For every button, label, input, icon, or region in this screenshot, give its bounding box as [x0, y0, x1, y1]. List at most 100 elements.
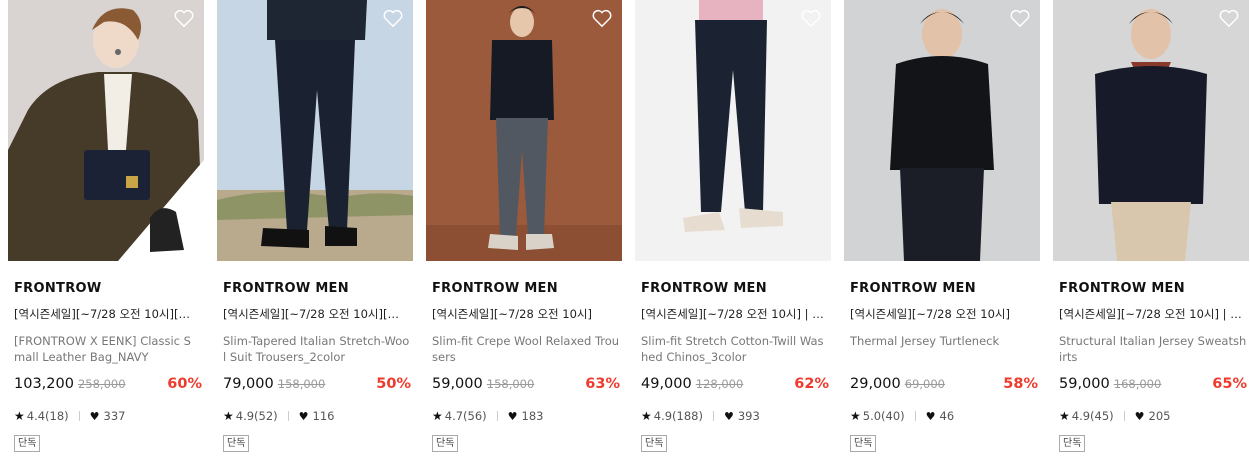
product-name[interactable]: [FRONTROW X EENK] Classic Small Leather … — [14, 333, 202, 367]
product-name[interactable]: Slim-fit Crepe Wool Relaxed Trousers — [432, 333, 620, 367]
sale-price: 29,000 69,000 — [850, 376, 945, 392]
discount-rate: 58% — [1003, 376, 1038, 392]
product-image[interactable] — [217, 0, 413, 261]
rating: 4.9(45) — [1071, 409, 1114, 423]
star-icon: ★ — [223, 409, 234, 423]
product-grid: FRONTROW [역시즌세일][~7/28 오전 10시][기… [FRONT… — [0, 0, 1250, 462]
promo-text[interactable]: [역시즌세일][~7/28 오전 10시] — [850, 306, 1036, 322]
wishlist-heart-icon[interactable] — [173, 8, 195, 28]
star-icon: ★ — [850, 409, 861, 423]
review-meta: ★ 4.7(56) ♥ 183 — [432, 409, 544, 423]
brand-name[interactable]: FRONTROW — [14, 281, 102, 296]
review-meta: ★ 4.4(18) ♥ 337 — [14, 409, 126, 423]
star-icon: ★ — [14, 409, 25, 423]
sale-price-value: 29,000 — [850, 376, 901, 392]
brand-name[interactable]: FRONTROW MEN — [432, 281, 558, 296]
brand-name[interactable]: FRONTROW MEN — [641, 281, 767, 296]
like-count: 46 — [939, 409, 955, 423]
review-meta: ★ 5.0(40) ♥ 46 — [850, 409, 954, 423]
like-count: 337 — [103, 409, 126, 423]
brand-name[interactable]: FRONTROW MEN — [223, 281, 349, 296]
product-name[interactable]: Slim-fit Stretch Cotton-Twill Washed Chi… — [641, 333, 829, 367]
product-card[interactable]: FRONTROW MEN [역시즌세일][~7/28 오전 10시] | [… … — [635, 0, 831, 462]
heart-icon: ♥ — [1134, 409, 1145, 423]
rating: 5.0(40) — [862, 409, 905, 423]
original-price: 158,000 — [277, 377, 326, 391]
exclusive-tag: 단독 — [1059, 435, 1086, 452]
original-price: 168,000 — [1113, 377, 1162, 391]
rating: 4.9(52) — [235, 409, 278, 423]
wishlist-heart-icon[interactable] — [1009, 8, 1031, 28]
product-card[interactable]: FRONTROW MEN [역시즌세일][~7/28 오전 10시][기… Sl… — [217, 0, 413, 462]
product-name[interactable]: Slim-Tapered Italian Stretch-Wool Suit T… — [223, 333, 411, 367]
heart-icon: ♥ — [507, 409, 518, 423]
heart-icon: ♥ — [925, 409, 936, 423]
promo-text[interactable]: [역시즌세일][~7/28 오전 10시][기… — [223, 306, 409, 322]
review-meta: ★ 4.9(52) ♥ 116 — [223, 409, 335, 423]
product-name[interactable]: Thermal Jersey Turtleneck — [850, 333, 1038, 367]
product-image[interactable] — [426, 0, 622, 261]
discount-rate: 60% — [167, 376, 202, 392]
review-meta: ★ 4.9(188) ♥ 393 — [641, 409, 760, 423]
product-photo — [844, 0, 1040, 261]
exclusive-tag: 단독 — [641, 435, 668, 452]
heart-icon: ♥ — [89, 409, 100, 423]
promo-text[interactable]: [역시즌세일][~7/28 오전 10시] | [… — [641, 306, 827, 322]
wishlist-heart-icon[interactable] — [1218, 8, 1240, 28]
divider — [1123, 411, 1125, 421]
original-price: 69,000 — [904, 377, 945, 391]
product-card[interactable]: FRONTROW [역시즌세일][~7/28 오전 10시][기… [FRONT… — [8, 0, 204, 462]
brand-name[interactable]: FRONTROW MEN — [1059, 281, 1185, 296]
product-card[interactable]: FRONTROW MEN [역시즌세일][~7/28 오전 10시] Therm… — [844, 0, 1040, 462]
brand-name[interactable]: FRONTROW MEN — [850, 281, 976, 296]
wishlist-heart-icon[interactable] — [800, 8, 822, 28]
promo-text[interactable]: [역시즌세일][~7/28 오전 10시] — [432, 306, 618, 322]
product-image[interactable] — [8, 0, 204, 261]
sale-price-value: 59,000 — [1059, 376, 1110, 392]
product-name[interactable]: Structural Italian Jersey Sweatshirts — [1059, 333, 1247, 367]
divider — [287, 411, 289, 421]
exclusive-tag: 단독 — [850, 435, 877, 452]
rating: 4.4(18) — [26, 409, 69, 423]
sale-price-value: 49,000 — [641, 376, 692, 392]
sale-price-value: 103,200 — [14, 376, 74, 392]
star-icon: ★ — [1059, 409, 1070, 423]
divider — [78, 411, 80, 421]
divider — [496, 411, 498, 421]
exclusive-tag: 단독 — [14, 435, 41, 452]
sale-price: 49,000 128,000 — [641, 376, 743, 392]
product-card[interactable]: FRONTROW MEN [역시즌세일][~7/28 오전 10시] Slim-… — [426, 0, 622, 462]
sale-price: 79,000 158,000 — [223, 376, 325, 392]
product-photo — [635, 0, 831, 261]
star-icon: ★ — [641, 409, 652, 423]
promo-text[interactable]: [역시즌세일][~7/28 오전 10시] | [… — [1059, 306, 1245, 322]
product-image[interactable] — [1053, 0, 1249, 261]
product-image[interactable] — [844, 0, 1040, 261]
product-photo — [1053, 0, 1249, 261]
original-price: 258,000 — [77, 377, 126, 391]
promo-text[interactable]: [역시즌세일][~7/28 오전 10시][기… — [14, 306, 200, 322]
wishlist-heart-icon[interactable] — [591, 8, 613, 28]
product-photo — [217, 0, 413, 261]
discount-rate: 50% — [376, 376, 411, 392]
like-count: 205 — [1148, 409, 1171, 423]
heart-icon: ♥ — [298, 409, 309, 423]
heart-icon: ♥ — [723, 409, 734, 423]
sale-price-value: 59,000 — [432, 376, 483, 392]
product-image[interactable] — [635, 0, 831, 261]
sale-price-value: 79,000 — [223, 376, 274, 392]
rating: 4.9(188) — [653, 409, 703, 423]
discount-rate: 62% — [794, 376, 829, 392]
divider — [712, 411, 714, 421]
sale-price: 103,200 258,000 — [14, 376, 126, 392]
product-photo — [8, 0, 204, 261]
sale-price: 59,000 158,000 — [432, 376, 534, 392]
exclusive-tag: 단독 — [223, 435, 250, 452]
like-count: 116 — [312, 409, 335, 423]
discount-rate: 65% — [1212, 376, 1247, 392]
wishlist-heart-icon[interactable] — [382, 8, 404, 28]
product-card[interactable]: FRONTROW MEN [역시즌세일][~7/28 오전 10시] | [… … — [1053, 0, 1249, 462]
original-price: 128,000 — [695, 377, 744, 391]
like-count: 393 — [737, 409, 760, 423]
exclusive-tag: 단독 — [432, 435, 459, 452]
